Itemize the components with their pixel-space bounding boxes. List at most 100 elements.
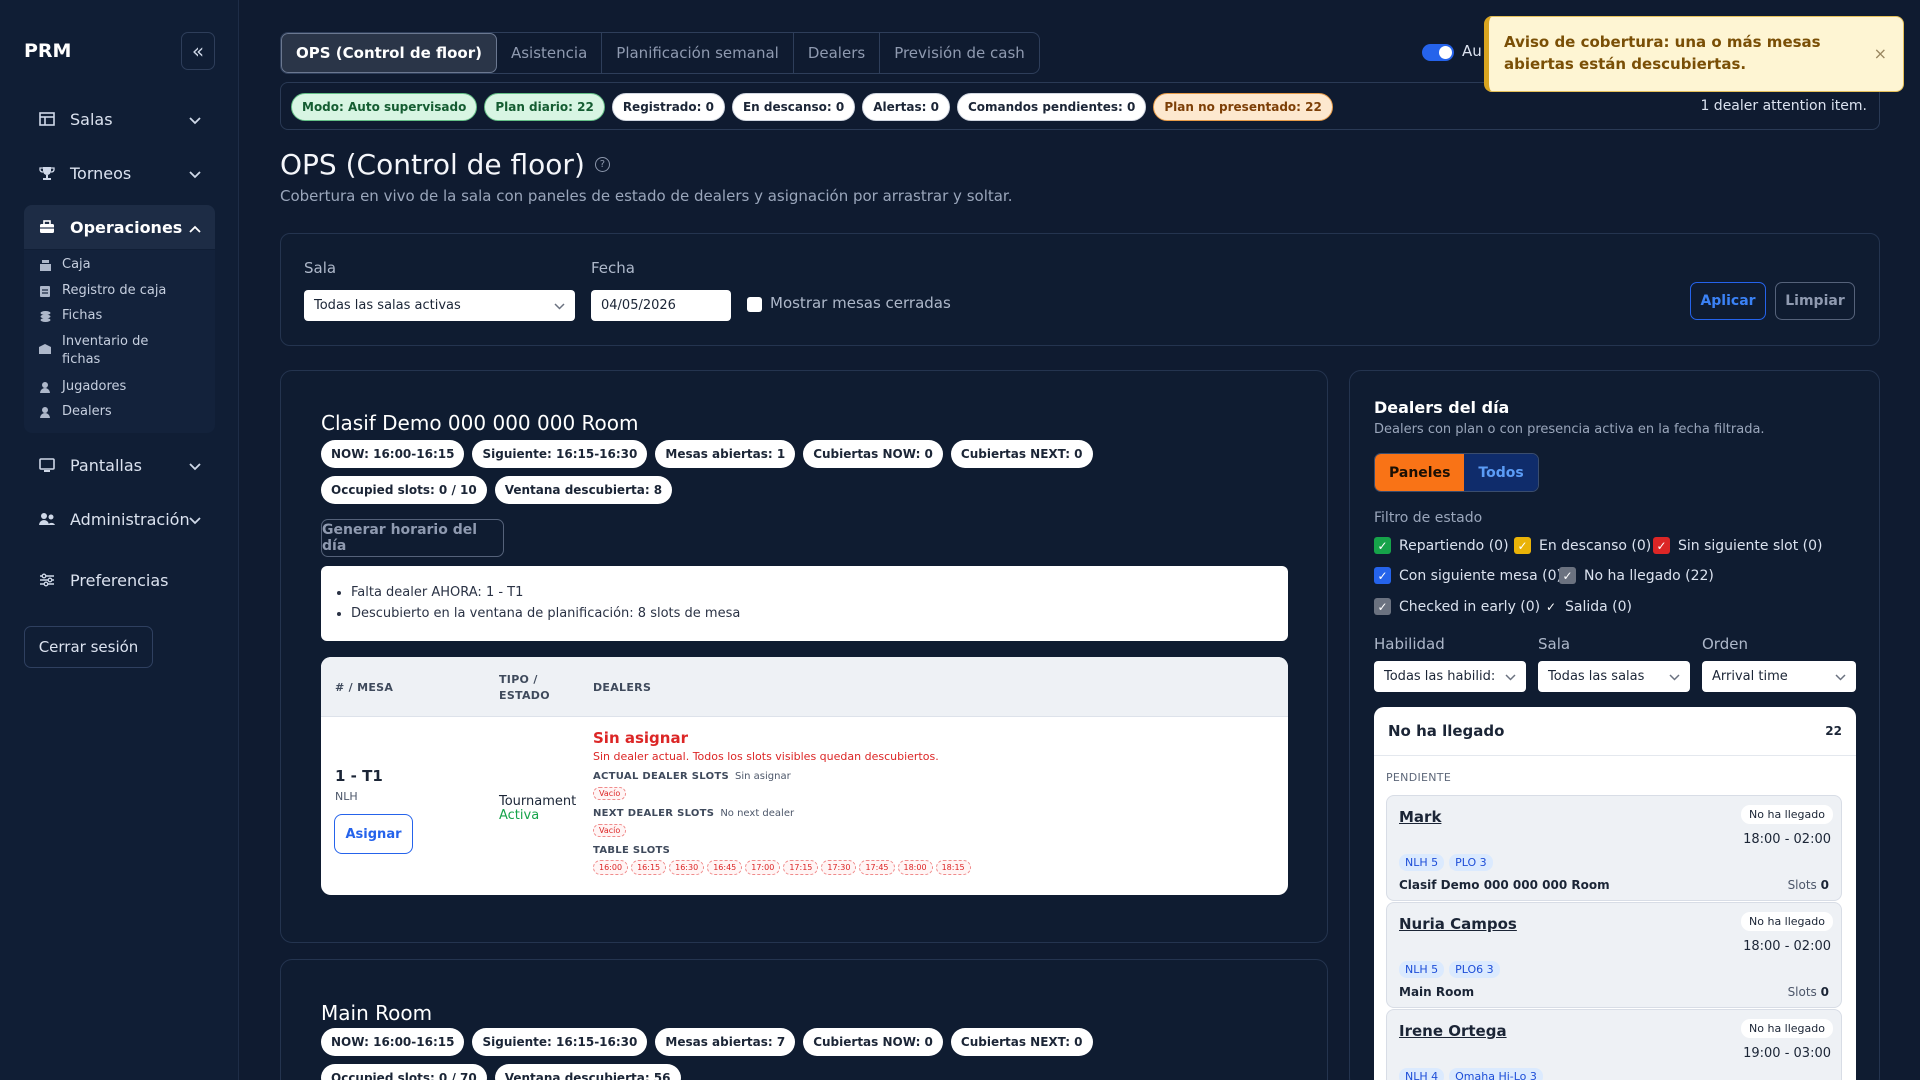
table-slot[interactable]: 17:15 — [783, 860, 819, 875]
sala-select[interactable]: Todas las salas activas — [304, 290, 575, 321]
sidebar-item-operaciones[interactable]: Operaciones — [24, 205, 215, 249]
table-slot[interactable]: 18:15 — [935, 860, 971, 875]
empty-slot-chip[interactable]: Vacío — [593, 824, 627, 837]
tab-prevision-de-cash[interactable]: Previsión de cash — [880, 33, 1039, 73]
tab-planificacion-semanal[interactable]: Planificación semanal — [602, 33, 794, 73]
table-slot[interactable]: 16:30 — [669, 860, 705, 875]
table-slot[interactable]: 16:00 — [593, 860, 629, 875]
filter-checked-in-early[interactable]: ✓ Checked in early (0) — [1374, 598, 1540, 615]
table-slot[interactable]: 16:15 — [631, 860, 667, 875]
room-chips: NOW: 16:00-16:15 Siguiente: 16:15-16:30 … — [321, 440, 1201, 504]
filter-label: Sin siguiente slot (0) — [1678, 537, 1823, 554]
view-all-button[interactable]: Todos — [1464, 454, 1538, 491]
filter-salida[interactable]: ✓ Salida (0) — [1545, 598, 1632, 615]
chip-occupied-slots: Occupied slots: 0 / 10 — [321, 476, 487, 504]
filter-con-siguiente-mesa[interactable]: ✓ Con siguiente mesa (0) — [1374, 567, 1562, 584]
dealer-slots-label: Slots — [1787, 985, 1817, 999]
chevron-down-icon — [189, 456, 201, 475]
status-badge-alerts: Alertas: 0 — [862, 93, 950, 121]
toast-message: Aviso de cobertura: una o más mesas abie… — [1504, 33, 1821, 73]
sidebar-item-torneos[interactable]: Torneos — [24, 151, 215, 195]
sidebar-item-administracion[interactable]: Administración — [24, 497, 215, 541]
show-closed-checkbox[interactable] — [747, 297, 762, 312]
collapse-sidebar-button[interactable]: « — [181, 32, 215, 70]
chevron-down-icon — [1835, 670, 1846, 685]
dealer-name[interactable]: Nuria Campos — [1399, 915, 1517, 933]
dealer-skills: NLH 4 Omaha Hi-Lo 3 — [1399, 1068, 1543, 1080]
table-slot[interactable]: 17:45 — [859, 860, 895, 875]
close-icon[interactable]: × — [1874, 43, 1887, 65]
clear-button[interactable]: Limpiar — [1775, 282, 1855, 320]
group-count: 22 — [1825, 724, 1842, 738]
table-slot[interactable]: 18:00 — [897, 860, 933, 875]
status-badge-mode: Modo: Auto supervisado — [291, 93, 478, 121]
check-icon: ✓ — [1514, 537, 1531, 554]
help-icon[interactable]: ? — [594, 157, 610, 172]
dealer-name[interactable]: Irene Ortega — [1399, 1022, 1507, 1040]
sidebar-item-label: Administración — [70, 509, 190, 529]
orden-select[interactable]: Arrival time — [1702, 661, 1856, 692]
filter-no-ha-llegado[interactable]: ✓ No ha llegado (22) — [1559, 567, 1714, 584]
logout-button[interactable]: Cerrar sesión — [24, 626, 153, 668]
habilidad-select[interactable]: Todas las habilid: — [1374, 661, 1526, 692]
column-header-dealers: DEALERS — [593, 681, 652, 694]
fecha-input[interactable]: 04/05/2026 — [591, 290, 731, 321]
habilidad-select-value: Todas las habilid: — [1384, 669, 1496, 684]
table-slots: 16:00 16:15 16:30 16:45 17:00 17:15 17:3… — [593, 860, 971, 875]
sidebar-subitem-dealers[interactable]: Dealers — [38, 403, 112, 421]
sidebar-subitem-inventario-de-fichas[interactable]: Inventario de fichas — [38, 333, 158, 369]
filter-repartiendo[interactable]: ✓ Repartiendo (0) — [1374, 537, 1509, 554]
double-chevron-left-icon: « — [191, 39, 205, 63]
user-icon — [38, 380, 52, 394]
sidebar-subitem-label: Fichas — [62, 308, 103, 323]
chevron-down-icon — [189, 510, 201, 529]
filter-en-descanso[interactable]: ✓ En descanso (0) — [1514, 537, 1651, 554]
dealer-column: Sin asignar Sin dealer actual. Todos los… — [593, 729, 971, 875]
tab-asistencia[interactable]: Asistencia — [497, 33, 603, 73]
dealers-panel-subtitle: Dealers con plan o con presencia activa … — [1374, 422, 1765, 437]
skill-badge: PLO 3 — [1449, 854, 1493, 871]
dealer-slots: Slots 0 — [1788, 985, 1829, 999]
column-header-mesa: # / MESA — [335, 681, 394, 694]
table-slot[interactable]: 16:45 — [707, 860, 743, 875]
sidebar-item-label: Preferencias — [70, 570, 169, 590]
sidebar-subitem-fichas[interactable]: Fichas — [38, 307, 102, 325]
tab-ops[interactable]: OPS (Control de floor) — [281, 33, 497, 73]
apply-button[interactable]: Aplicar — [1690, 282, 1766, 320]
status-badge-on-break: En descanso: 0 — [731, 93, 856, 121]
tab-dealers[interactable]: Dealers — [794, 33, 881, 73]
dealer-card[interactable]: Irene Ortega No ha llegado 19:00 - 03:00… — [1386, 1009, 1842, 1080]
sala-select-value: Todas las salas activas — [314, 298, 461, 313]
generate-schedule-button[interactable]: Generar horario del día — [321, 519, 504, 557]
dealer-sala-select[interactable]: Todas las salas — [1538, 661, 1690, 692]
sidebar-subitem-jugadores[interactable]: Jugadores — [38, 378, 126, 396]
chip-now: NOW: 16:00-16:15 — [321, 440, 465, 468]
chip-covered-next: Cubiertas NEXT: 0 — [950, 1028, 1093, 1056]
sidebar-item-salas[interactable]: Salas — [24, 97, 215, 141]
assign-button[interactable]: Asignar — [334, 814, 413, 854]
table-slot[interactable]: 17:00 — [745, 860, 781, 875]
sidebar-subitem-registro-de-caja[interactable]: Registro de caja — [38, 282, 166, 300]
check-icon: ✓ — [1374, 537, 1391, 554]
auto-mode-toggle[interactable] — [1422, 44, 1454, 61]
table-slot[interactable]: 17:30 — [821, 860, 857, 875]
empty-slot-chip[interactable]: Vacío — [593, 787, 627, 800]
sidebar-item-pantallas[interactable]: Pantallas — [24, 443, 215, 487]
dealer-card[interactable]: Mark No ha llegado 18:00 - 02:00 NLH 5 P… — [1386, 795, 1842, 901]
view-panels-button[interactable]: Paneles — [1375, 454, 1465, 491]
dealer-slots-label: Slots — [1787, 878, 1817, 892]
sidebar-subitem-label: Caja — [62, 257, 91, 272]
table-header: # / MESA TIPO / ESTADO DEALERS — [321, 657, 1288, 717]
page-subtitle: Cobertura en vivo de la sala con paneles… — [280, 187, 1013, 205]
sidebar-subitem-caja[interactable]: Caja — [38, 256, 91, 274]
ops-tabs: OPS (Control de floor) Asistencia Planif… — [280, 32, 1040, 74]
dealer-skills: NLH 5 PLO6 3 — [1399, 961, 1500, 978]
status-badge-plan-not-presented: Plan no presentado: 22 — [1153, 93, 1333, 121]
warehouse-icon — [38, 342, 52, 356]
chip-now: NOW: 16:00-16:15 — [321, 1028, 465, 1056]
column-header-tipo-line: TIPO / — [499, 673, 538, 686]
dealer-name[interactable]: Mark — [1399, 808, 1441, 826]
filter-sin-siguiente-slot[interactable]: ✓ Sin siguiente slot (0) — [1653, 537, 1823, 554]
sidebar-item-preferencias[interactable]: Preferencias — [24, 558, 215, 602]
dealer-card[interactable]: Nuria Campos No ha llegado 18:00 - 02:00… — [1386, 902, 1842, 1008]
